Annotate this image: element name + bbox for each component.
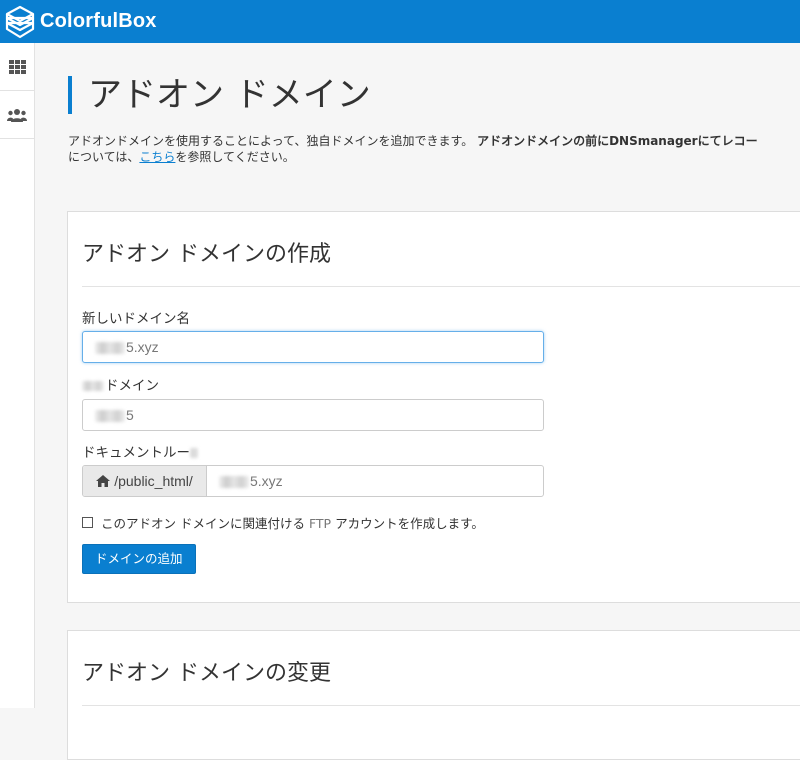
page-title: アドオン ドメイン bbox=[68, 76, 371, 114]
colorfulbox-logo-icon bbox=[5, 5, 35, 38]
divider bbox=[82, 286, 800, 287]
page-description: アドオンドメインを使用することによって、独自ドメインを追加できます。 アドオンド… bbox=[68, 133, 800, 165]
ftp-account-checkbox[interactable] bbox=[82, 517, 93, 528]
redacted-text bbox=[82, 381, 104, 391]
grid-icon bbox=[8, 59, 26, 74]
document-root-input-group: /public_html/ 5.xyz bbox=[82, 465, 544, 497]
create-addon-panel: アドオン ドメインの作成 新しいドメイン名 5.xyz ドメイン 5 ドキュメン… bbox=[67, 211, 800, 603]
add-domain-button[interactable]: ドメインの追加 bbox=[82, 544, 196, 574]
create-panel-title: アドオン ドメインの作成 bbox=[82, 242, 331, 267]
document-root-input[interactable]: 5.xyz bbox=[207, 466, 543, 496]
description-line2-prefix: については、 bbox=[68, 150, 140, 164]
redacted-text bbox=[95, 410, 125, 423]
document-root-label: ドキュメントルー bbox=[82, 444, 199, 462]
new-domain-label: 新しいドメイン名 bbox=[82, 311, 190, 327]
sidebar-item-users[interactable] bbox=[0, 91, 34, 139]
redacted-text bbox=[219, 476, 249, 489]
top-bar: ColorfulBox bbox=[0, 0, 800, 43]
brand-name: ColorfulBox bbox=[40, 10, 157, 32]
home-icon bbox=[96, 475, 111, 487]
description-line2-suffix: を参照してください。 bbox=[175, 150, 295, 164]
ftp-account-option: このアドオン ドメインに関連付ける FTP アカウントを作成します。 bbox=[82, 513, 484, 532]
redacted-text bbox=[190, 448, 198, 458]
description-text: アドオンドメインを使用することによって、独自ドメインを追加できます。 bbox=[68, 134, 478, 148]
divider bbox=[82, 705, 800, 706]
main-content: アドオン ドメイン アドオンドメインを使用することによって、独自ドメインを追加で… bbox=[35, 43, 800, 760]
brand-logo[interactable]: ColorfulBox bbox=[4, 0, 157, 43]
change-addon-panel: アドオン ドメインの変更 bbox=[67, 630, 800, 760]
sidebar-item-dashboard[interactable] bbox=[0, 43, 34, 91]
ftp-checkbox-label[interactable]: このアドオン ドメインに関連付ける FTP アカウントを作成します。 bbox=[101, 513, 484, 532]
subdomain-label: ドメイン bbox=[82, 377, 159, 395]
description-bold: アドオンドメインの前にDNSmanagerにてレコー bbox=[477, 134, 758, 148]
help-link[interactable]: こちら bbox=[139, 150, 175, 164]
new-domain-input[interactable]: 5.xyz bbox=[82, 331, 544, 363]
sidebar bbox=[0, 43, 35, 708]
subdomain-input[interactable]: 5 bbox=[82, 399, 544, 431]
redacted-text bbox=[95, 342, 125, 355]
change-panel-title: アドオン ドメインの変更 bbox=[82, 661, 331, 686]
users-icon bbox=[7, 108, 27, 122]
document-root-prefix: /public_html/ bbox=[83, 466, 207, 496]
